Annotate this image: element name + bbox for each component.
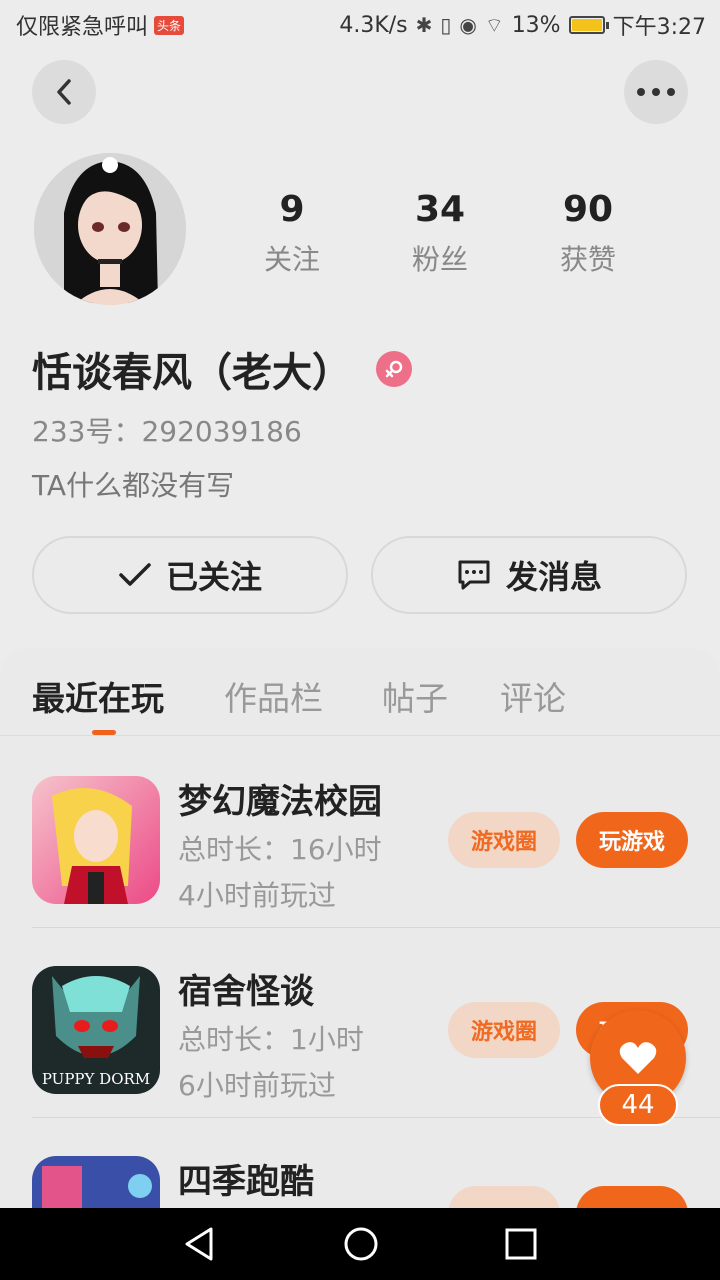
user-bio: TA什么都没有写 [32,469,235,502]
followed-label: 已关注 [165,558,262,596]
likes-count: 90 [562,189,614,230]
game-title: 梦幻魔法校园 [178,782,382,822]
user-name: 恬谈春风（老大） [32,350,352,396]
following-count: 9 [279,189,305,230]
game-last-played: 4小时前玩过 [178,879,336,912]
tab-comments[interactable]: 评论 [500,672,566,720]
avatar[interactable] [34,153,186,305]
send-message-button[interactable]: 发消息 [371,536,687,614]
wifi-icon: ⌔ [484,12,504,37]
fans-count: 34 [414,189,466,230]
home-nav-icon[interactable] [343,1226,379,1262]
game-icon-dorm-ghost: PUPPY DORM [32,966,160,1094]
game-circle-button[interactable] [448,1186,560,1208]
tab-works[interactable]: 作品栏 [224,672,323,720]
list-item[interactable]: 梦幻魔法校园 总时长：16小时 4小时前玩过 游戏圈 玩游戏 [32,738,720,928]
system-nav-bar [0,1208,720,1280]
chat-icon [458,560,490,590]
clock: 下午3:27 [612,15,706,40]
more-button[interactable] [624,60,688,124]
battery-percent: 13% [511,12,561,38]
eye-icon: ◉ [459,13,477,37]
play-game-button[interactable]: 玩游戏 [576,812,688,868]
toutiao-badge: 头条 [154,15,185,35]
back-nav-icon[interactable] [183,1226,217,1262]
battery-icon [568,16,609,34]
game-duration: 总时长：1小时 [178,1023,364,1056]
tab-indicator [92,730,116,735]
like-count: 44 [598,1084,678,1126]
back-button[interactable] [32,60,96,124]
vibrate-icon: ▯ [440,13,452,37]
game-duration: 总时长：16小时 [178,833,382,866]
likes-stat[interactable]: 90 获赞 [514,188,662,278]
likes-label: 获赞 [559,243,616,276]
game-icon-magic-school [32,776,160,904]
game-icon-parkour [32,1156,160,1208]
profile-stats: 9 关注 34 粉丝 90 获赞 [218,188,662,278]
list-item[interactable]: 四季跑酷 [32,1118,720,1208]
play-game-button[interactable] [576,1186,688,1208]
message-label: 发消息 [505,558,602,596]
more-dots-icon [637,88,675,96]
following-stat[interactable]: 9 关注 [218,188,366,278]
check-icon [119,563,151,586]
name-row: 恬谈春风（老大） [32,340,412,398]
game-circle-button[interactable]: 游戏圈 [448,812,560,868]
heart-icon [619,1042,657,1074]
chevron-left-icon [57,79,71,105]
game-title: 宿舍怪谈 [178,972,314,1012]
status-bar: 仅限紧急呼叫 头条 4.3K/s ✱ ▯ ◉ ⌔ 13% 下午3:27 [0,0,720,50]
fans-stat[interactable]: 34 粉丝 [366,188,514,278]
game-circle-button[interactable]: 游戏圈 [448,1002,560,1058]
recents-nav-icon[interactable] [505,1228,537,1260]
network-speed: 4.3K/s [339,12,408,38]
following-label: 关注 [263,243,320,276]
game-last-played: 6小时前玩过 [178,1069,336,1102]
followed-button[interactable]: 已关注 [32,536,348,614]
game-title: 四季跑酷 [178,1162,314,1202]
user-id: 233号：292039186 [32,415,302,448]
tab-bar: 最近在玩 作品栏 帖子 评论 [0,648,720,736]
game-icon-caption: PUPPY DORM [42,1070,150,1088]
fans-label: 粉丝 [411,243,468,276]
female-icon [376,351,412,387]
tab-recent-play[interactable]: 最近在玩 [32,672,164,720]
tab-posts[interactable]: 帖子 [382,672,448,720]
bluetooth-icon: ✱ [415,13,433,37]
carrier-text: 仅限紧急呼叫 [16,15,149,40]
